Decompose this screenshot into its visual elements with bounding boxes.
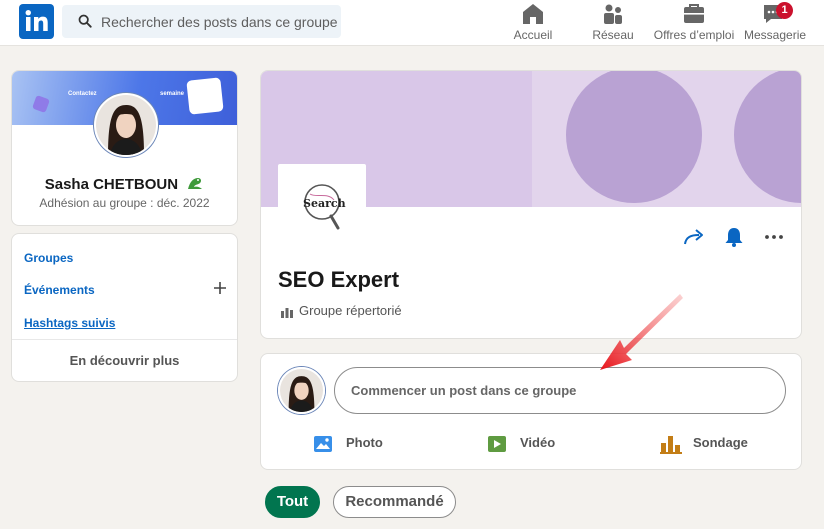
banner-decoration bbox=[32, 95, 50, 113]
banner-text: Contactez bbox=[68, 91, 97, 97]
notification-badge: 1 bbox=[776, 2, 793, 19]
avatar[interactable] bbox=[94, 93, 158, 157]
nav-home[interactable]: Accueil bbox=[505, 2, 561, 42]
share-icon[interactable] bbox=[682, 225, 706, 249]
search-bar[interactable]: Rechercher des posts dans ce groupe bbox=[62, 5, 341, 38]
group-title: SEO Expert bbox=[278, 267, 400, 292]
group-logo-text: Search bbox=[303, 197, 346, 210]
video-label: Vidéo bbox=[520, 435, 556, 450]
top-nav: Rechercher des posts dans ce groupe Accu… bbox=[0, 0, 824, 46]
bell-icon[interactable] bbox=[722, 225, 746, 249]
profile-name-text: Sasha CHETBOUN bbox=[44, 176, 179, 193]
group-logo[interactable]: Search bbox=[278, 164, 366, 252]
poll-icon bbox=[660, 436, 682, 454]
discover-more-button[interactable]: En découvrir plus bbox=[12, 353, 237, 368]
profile-card: Contactez semaine Sasha CHETBOUN Adhésio… bbox=[11, 70, 238, 226]
cover-circle bbox=[566, 71, 702, 203]
more-options-icon[interactable] bbox=[762, 225, 786, 249]
video-button[interactable]: Vidéo bbox=[487, 434, 567, 454]
briefcase-icon bbox=[684, 4, 704, 23]
membership-date: Adhésion au groupe : déc. 2022 bbox=[39, 196, 210, 210]
group-nav-card: Groupes Événements Hashtags suivis En dé… bbox=[11, 233, 238, 382]
photo-label: Photo bbox=[346, 435, 383, 450]
poll-label: Sondage bbox=[693, 435, 748, 450]
linkedin-logo-icon[interactable] bbox=[19, 4, 54, 39]
photo-button[interactable]: Photo bbox=[313, 434, 393, 454]
nav-link-groupes[interactable]: Groupes bbox=[24, 251, 73, 265]
post-composer: Commencer un post dans ce groupe Photo V… bbox=[260, 353, 802, 470]
filter-recommended-pill[interactable]: Recommandé bbox=[333, 486, 456, 518]
profile-name[interactable]: Sasha CHETBOUN bbox=[12, 175, 237, 193]
dragon-emoji-icon bbox=[188, 178, 203, 189]
video-icon bbox=[488, 436, 506, 452]
nav-label: Accueil bbox=[513, 28, 553, 42]
divider bbox=[12, 339, 237, 340]
group-header-card: Search SEO Expert Groupe répertorié bbox=[260, 70, 802, 339]
banner-card-graphic bbox=[186, 77, 224, 115]
group-listed-icon bbox=[281, 308, 293, 318]
search-input[interactable]: Rechercher des posts dans ce groupe bbox=[101, 14, 338, 30]
poll-button[interactable]: Sondage bbox=[660, 434, 760, 454]
search-icon bbox=[78, 14, 92, 28]
photo-icon bbox=[314, 436, 332, 452]
avatar[interactable] bbox=[278, 367, 325, 414]
banner-text-right: semaine bbox=[160, 91, 185, 97]
start-post-input[interactable]: Commencer un post dans ce groupe bbox=[334, 367, 786, 414]
nav-jobs[interactable]: Offres d’emploi bbox=[651, 2, 737, 42]
nav-label: Messagerie bbox=[744, 28, 807, 42]
nav-link-hashtags[interactable]: Hashtags suivis bbox=[24, 316, 115, 330]
nav-link-evenements[interactable]: Événements bbox=[24, 283, 95, 297]
home-icon bbox=[523, 4, 543, 24]
group-type: Groupe répertorié bbox=[299, 303, 402, 318]
nav-messaging[interactable]: 1 Messagerie bbox=[744, 2, 806, 42]
nav-label: Réseau bbox=[592, 28, 634, 42]
add-event-icon[interactable] bbox=[213, 281, 227, 295]
annotation-arrow-icon bbox=[600, 294, 683, 370]
filter-all-pill[interactable]: Tout bbox=[265, 486, 320, 518]
nav-network[interactable]: Réseau bbox=[588, 2, 638, 42]
nav-label: Offres d’emploi bbox=[653, 28, 735, 42]
network-icon bbox=[604, 4, 622, 24]
